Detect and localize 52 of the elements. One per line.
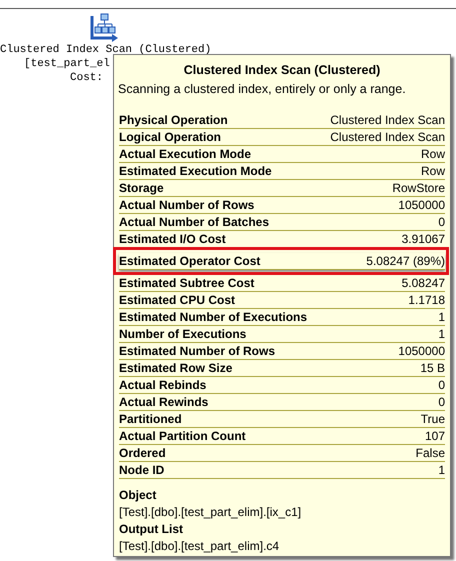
property-value: 3.91067 xyxy=(402,231,445,247)
property-name: Estimated Execution Mode xyxy=(119,163,272,179)
property-name: Number of Executions xyxy=(119,326,246,342)
property-name: Physical Operation xyxy=(119,112,228,128)
property-name: Estimated I/O Cost xyxy=(119,231,226,247)
property-value: RowStore xyxy=(392,180,445,196)
property-value: 5.08247 (89%) xyxy=(366,253,445,269)
property-name: Logical Operation xyxy=(119,129,222,145)
property-name: Estimated Number of Executions xyxy=(119,309,308,325)
property-value: 1050000 xyxy=(398,343,445,359)
property-name: Partitioned xyxy=(119,411,182,427)
property-value: Row xyxy=(420,146,445,162)
table-label: [test_part_el xyxy=(24,57,110,71)
tooltip-title: Clustered Index Scan (Clustered) xyxy=(182,63,382,77)
property-value: 5.08247 xyxy=(402,275,445,291)
property-value: Clustered Index Scan xyxy=(330,129,445,145)
property-name: Actual Rebinds xyxy=(119,377,206,393)
property-value: Row xyxy=(420,163,445,179)
property-name: Actual Rewinds xyxy=(119,394,208,410)
property-name: Actual Execution Mode xyxy=(119,146,252,162)
property-value: 1050000 xyxy=(398,197,445,213)
property-name: Estimated Operator Cost xyxy=(119,253,260,269)
property-name: Actual Partition Count xyxy=(119,428,246,444)
property-value: 0 xyxy=(438,377,445,393)
property-value: False xyxy=(416,445,445,461)
property-value: 15 B xyxy=(420,360,445,376)
property-name: Ordered xyxy=(119,445,166,461)
property-value: 1 xyxy=(438,309,445,325)
property-value: True xyxy=(420,411,445,427)
property-value: 107 xyxy=(424,428,445,444)
property-name: Estimated Row Size xyxy=(119,360,232,376)
property-value: 1 xyxy=(438,326,445,342)
property-value: Clustered Index Scan xyxy=(330,112,445,128)
property-name: Node ID xyxy=(119,462,164,478)
tooltip-description: Scanning a clustered index, entirely or only a range. xyxy=(118,82,407,96)
section-value: [Test].[dbo].[test_part_elim].c4 xyxy=(119,538,280,555)
section-heading: Output List xyxy=(119,521,184,538)
property-value: 1 xyxy=(438,462,445,478)
property-name: Actual Number of Rows xyxy=(119,197,254,213)
property-name: Estimated Subtree Cost xyxy=(119,275,254,291)
property-name: Estimated CPU Cost xyxy=(119,292,236,308)
property-value: 0 xyxy=(438,394,445,410)
property-value: 0 xyxy=(438,214,445,230)
operator-label: Clustered Index Scan (Clustered) xyxy=(0,43,212,57)
property-name: Storage xyxy=(119,180,164,196)
property-name: Estimated Number of Rows xyxy=(119,343,276,359)
index-scan-icon xyxy=(88,12,120,44)
section-value: [Test].[dbo].[test_part_elim].[ix_c1] xyxy=(119,504,302,521)
section-heading: Object xyxy=(119,487,158,504)
property-name: Actual Number of Batches xyxy=(119,214,270,230)
cost-label: Cost: xyxy=(70,71,104,85)
property-value: 1.1718 xyxy=(408,292,445,308)
